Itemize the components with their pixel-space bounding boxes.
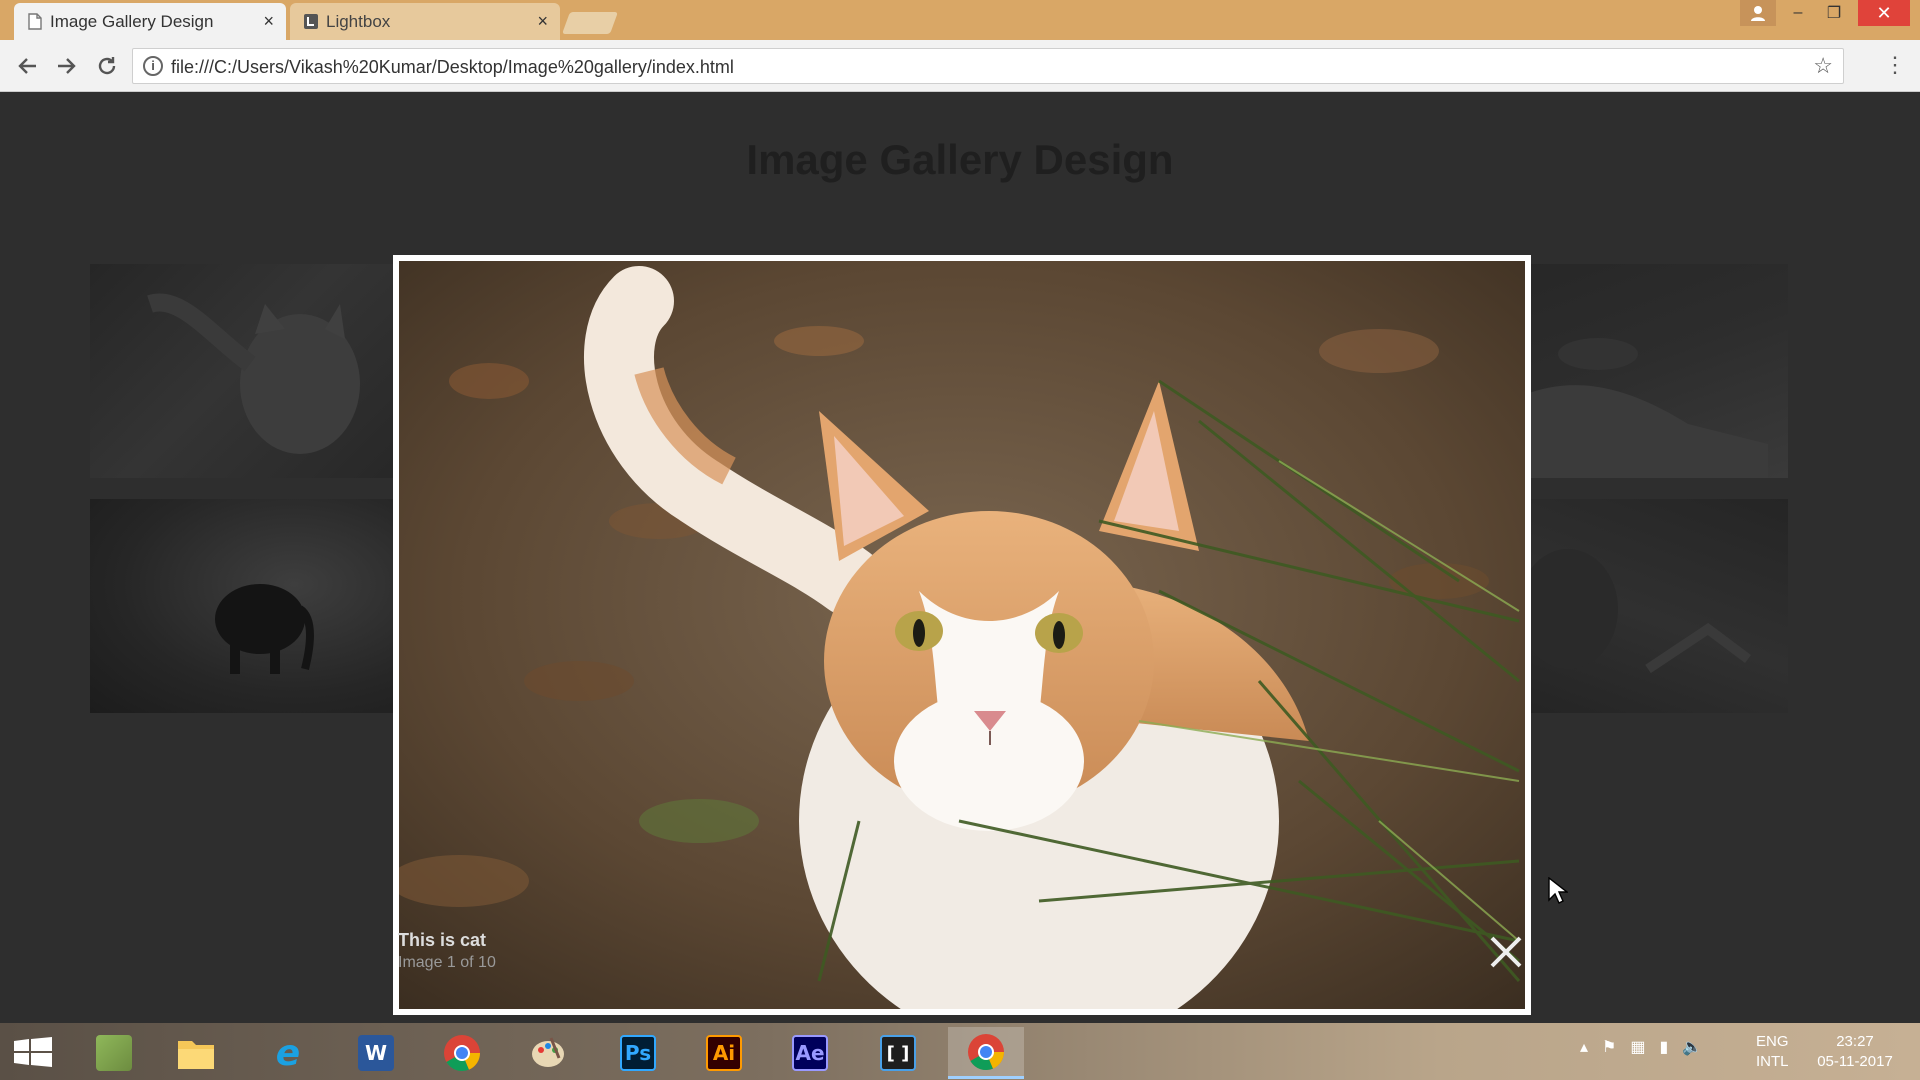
- page-viewport: Image Gallery Design This is cat Image 1…: [0, 92, 1920, 1023]
- forward-arrow-icon[interactable]: [52, 52, 82, 80]
- taskbar-clock[interactable]: 23:27 05-11-2017: [1810, 1032, 1900, 1072]
- close-window-button[interactable]: ✕: [1858, 0, 1910, 26]
- chrome-icon: [444, 1035, 480, 1072]
- clock-date: 05-11-2017: [1817, 1053, 1893, 1070]
- maximize-button[interactable]: ❐: [1816, 0, 1852, 26]
- user-profile-icon[interactable]: [1740, 0, 1776, 26]
- taskbar-app-brackets[interactable]: [ ]: [860, 1027, 936, 1079]
- minecraft-icon: [96, 1035, 132, 1071]
- tab-title: Lightbox: [326, 11, 391, 31]
- taskbar-app-file-explorer[interactable]: [158, 1027, 234, 1079]
- page-title: Image Gallery Design: [746, 136, 1174, 183]
- favicon-l-icon: [304, 14, 318, 29]
- internet-explorer-icon: e: [275, 1032, 301, 1074]
- language-code: ENG: [1756, 1033, 1789, 1050]
- taskbar-app-paint[interactable]: [510, 1027, 586, 1079]
- chrome-icon: [968, 1033, 1004, 1070]
- reload-icon[interactable]: [92, 52, 122, 80]
- taskbar-app-chrome[interactable]: [424, 1027, 500, 1079]
- lightbox-image-frame: [393, 255, 1531, 1015]
- keyboard-layout: INTL: [1756, 1053, 1789, 1070]
- flag-icon[interactable]: ⚑: [1602, 1037, 1616, 1057]
- paint-icon: [532, 1037, 564, 1067]
- lightbox-image[interactable]: [399, 261, 1525, 1009]
- taskbar-app-internet-explorer[interactable]: e: [250, 1027, 326, 1079]
- system-tray: ▴ ⚑ ▦ ▮ 🔈: [1580, 1037, 1702, 1057]
- word-icon: W: [358, 1035, 394, 1071]
- taskbar-app-minecraft[interactable]: [76, 1027, 152, 1079]
- taskbar-app-after-effects[interactable]: Ae: [772, 1027, 848, 1079]
- bookmark-star-icon[interactable]: ☆: [1813, 53, 1833, 79]
- lightbox-caption-title: This is cat: [398, 930, 487, 950]
- tab-image-gallery-design[interactable]: Image Gallery Design ×: [14, 3, 286, 40]
- illustrator-icon: Ai: [706, 1035, 742, 1071]
- cat-photo: [399, 261, 1525, 1009]
- windows-start-icon[interactable]: [14, 1037, 52, 1067]
- taskbar-app-word[interactable]: W: [338, 1027, 414, 1079]
- file-explorer-icon: [178, 1041, 214, 1069]
- taskbar-app-illustrator[interactable]: Ai: [686, 1027, 762, 1079]
- volume-icon[interactable]: 🔈: [1682, 1037, 1702, 1057]
- tab-title: Image Gallery Design: [50, 11, 214, 31]
- clock-time: 23:27: [1836, 1033, 1874, 1050]
- browser-toolbar: i file:///C:/Users/Vikash%20Kumar/Deskto…: [0, 40, 1920, 92]
- tab-close-icon[interactable]: ×: [263, 11, 274, 32]
- gallery-thumbnail[interactable]: [90, 264, 430, 478]
- photoshop-icon: Ps: [620, 1035, 656, 1071]
- elephant-thumbnail-image: [215, 584, 314, 674]
- show-hidden-icons-icon[interactable]: ▴: [1580, 1037, 1588, 1057]
- tab-lightbox[interactable]: Lightbox ×: [290, 3, 560, 40]
- network-icon[interactable]: ▦: [1630, 1037, 1645, 1057]
- minimize-button[interactable]: –: [1780, 0, 1816, 26]
- back-arrow-icon[interactable]: [12, 52, 42, 80]
- taskbar-app-photoshop[interactable]: Ps: [600, 1027, 676, 1079]
- cat-thumbnail-image: [147, 293, 360, 454]
- lightbox-close-icon[interactable]: [1488, 934, 1524, 970]
- mouse-cursor-icon: [1548, 876, 1570, 910]
- lightbox-caption: This is cat Image 1 of 10: [398, 930, 496, 972]
- language-indicator[interactable]: ENG INTL: [1756, 1032, 1789, 1072]
- signal-icon[interactable]: ▮: [1660, 1037, 1669, 1057]
- menu-dots-icon[interactable]: ⋮: [1884, 52, 1906, 78]
- url-text: file:///C:/Users/Vikash%20Kumar/Desktop/…: [171, 57, 734, 77]
- info-icon[interactable]: i: [143, 56, 163, 76]
- windows-taskbar: e W Ps Ai Ae [ ] ▴ ⚑ ▦ ▮ 🔈 ENG INTL 23:2…: [0, 1023, 1920, 1080]
- browser-titlebar: Image Gallery Design × Lightbox × – ❐ ✕: [0, 0, 1920, 40]
- tab-close-icon[interactable]: ×: [537, 11, 548, 32]
- new-tab-button[interactable]: [561, 12, 619, 34]
- after-effects-icon: Ae: [792, 1035, 828, 1071]
- brackets-icon: [ ]: [880, 1035, 916, 1071]
- taskbar-app-chrome-active[interactable]: [948, 1027, 1024, 1079]
- gallery-thumbnail[interactable]: [90, 499, 430, 713]
- address-bar[interactable]: i file:///C:/Users/Vikash%20Kumar/Deskto…: [132, 48, 1844, 84]
- page-icon: [28, 13, 42, 30]
- lightbox-image-counter: Image 1 of 10: [398, 954, 496, 971]
